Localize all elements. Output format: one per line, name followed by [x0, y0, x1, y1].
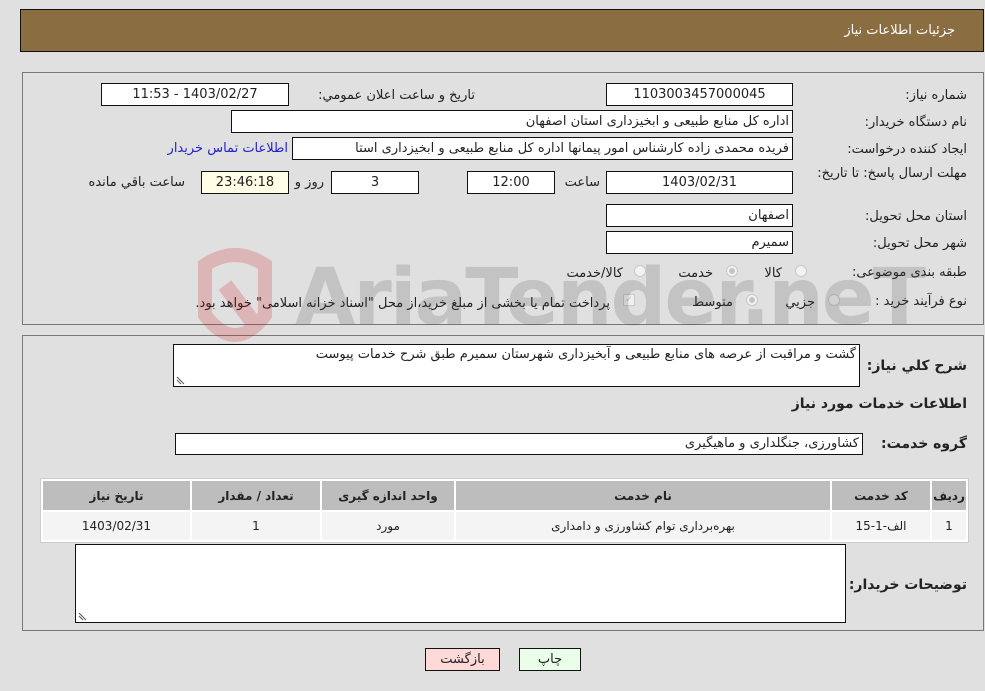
- cell-row-number: 1: [932, 512, 966, 540]
- summary-label: شرح كلي نياز:: [866, 358, 967, 374]
- page-header: جزئیات اطلاعات نیاز: [20, 9, 984, 52]
- cell-quantity: 1: [192, 512, 320, 540]
- buyer-org-label: نام دستگاه خریدار:: [864, 115, 967, 130]
- city-field[interactable]: سمیرم: [606, 231, 793, 254]
- province-label: استان محل تحویل:: [865, 209, 967, 224]
- category-radio-goods[interactable]: [795, 265, 807, 277]
- city-label: شهر محل تحویل:: [872, 236, 967, 251]
- deadline-time-field[interactable]: 12:00: [467, 171, 555, 194]
- treasury-checkbox[interactable]: ✓: [623, 294, 635, 306]
- summary-textarea[interactable]: گشت و مراقبت از عرصه های منابع طبیعی و آ…: [173, 344, 860, 387]
- summary-text: گشت و مراقبت از عرصه های منابع طبیعی و آ…: [315, 347, 856, 362]
- province-field[interactable]: اصفهان: [606, 204, 793, 227]
- process-option-minor: جزيي: [785, 295, 815, 310]
- table-row: 1 الف-1-15 بهره‌برداری توام کشاورزی و دا…: [43, 512, 966, 540]
- category-option-service: خدمت: [678, 266, 713, 281]
- process-label: نوع فرآیند خرید :: [875, 294, 967, 309]
- buyer-notes-label: توضيحات خريدار:: [848, 577, 967, 593]
- announce-datetime-field[interactable]: 1403/02/27 - 11:53: [101, 83, 289, 106]
- category-radio-service[interactable]: [726, 265, 738, 277]
- process-radio-medium[interactable]: [746, 294, 758, 306]
- need-number-label: شماره نیاز:: [905, 88, 967, 103]
- deadline-date-field[interactable]: 1403/02/31: [606, 171, 793, 194]
- services-heading: اطلاعات خدمات مورد نياز: [791, 396, 967, 412]
- category-option-goods: کالا: [764, 266, 782, 281]
- cell-unit: مورد: [322, 512, 454, 540]
- process-radio-minor[interactable]: [828, 294, 840, 306]
- col-service-name: نام خدمت: [456, 481, 830, 510]
- remaining-time-label: ساعت باقي مانده: [88, 175, 185, 190]
- buyer-org-field[interactable]: اداره کل منابع طبیعی و ابخیزداری استان ا…: [231, 110, 793, 133]
- process-option-medium: متوسط: [692, 295, 733, 310]
- buyer-contact-link[interactable]: اطلاعات تماس خریدار: [168, 141, 288, 156]
- cell-service-code: الف-1-15: [832, 512, 930, 540]
- days-remaining-field[interactable]: 3: [331, 171, 419, 194]
- cell-need-date: 1403/02/31: [43, 512, 190, 540]
- treasury-note: پرداخت تمام یا بخشی از مبلغ خرید،از محل …: [195, 296, 610, 311]
- buyer-notes-textarea[interactable]: [75, 544, 846, 623]
- category-radio-goods-service[interactable]: [634, 265, 646, 277]
- creator-label: ایجاد کننده درخواست:: [847, 142, 967, 157]
- category-option-goods-service: کالا/خدمت: [566, 266, 623, 281]
- resize-grip-icon[interactable]: [78, 612, 87, 621]
- col-unit: واحد اندازه گيری: [322, 481, 454, 510]
- remaining-time-field[interactable]: 23:46:18: [201, 171, 289, 194]
- back-button[interactable]: بازگشت: [425, 648, 500, 671]
- deadline-time-label: ساعت: [564, 175, 600, 190]
- cell-service-name: بهره‌برداری توام کشاورزی و دامداری: [456, 512, 830, 540]
- services-table: رديف كد خدمت نام خدمت واحد اندازه گيری ت…: [40, 478, 969, 543]
- print-button[interactable]: چاپ: [519, 648, 581, 671]
- need-number-field[interactable]: 1103003457000045: [606, 83, 793, 106]
- announce-label: تاريخ و ساعت اعلان عمومي:: [318, 88, 475, 103]
- col-need-date: تاريخ نياز: [43, 481, 190, 510]
- service-group-label: گروه خدمت:: [881, 436, 967, 452]
- col-row-number: رديف: [932, 481, 966, 510]
- service-group-field[interactable]: کشاورزی، جنگلداری و ماهیگیری: [175, 433, 863, 455]
- creator-field[interactable]: فریده محمدی زاده کارشناس امور پیمانها اد…: [292, 137, 793, 160]
- col-service-code: كد خدمت: [832, 481, 930, 510]
- col-quantity: تعداد / مقدار: [192, 481, 320, 510]
- page-title: جزئیات اطلاعات نیاز: [844, 23, 955, 38]
- resize-grip-icon[interactable]: [176, 376, 185, 385]
- deadline-label: مهلت ارسال پاسخ: تا تاریخ:: [817, 166, 967, 181]
- days-label: روز و: [294, 175, 324, 190]
- category-label: طبقه بندی موضوعی:: [851, 265, 967, 280]
- table-header-row: رديف كد خدمت نام خدمت واحد اندازه گيری ت…: [43, 481, 966, 510]
